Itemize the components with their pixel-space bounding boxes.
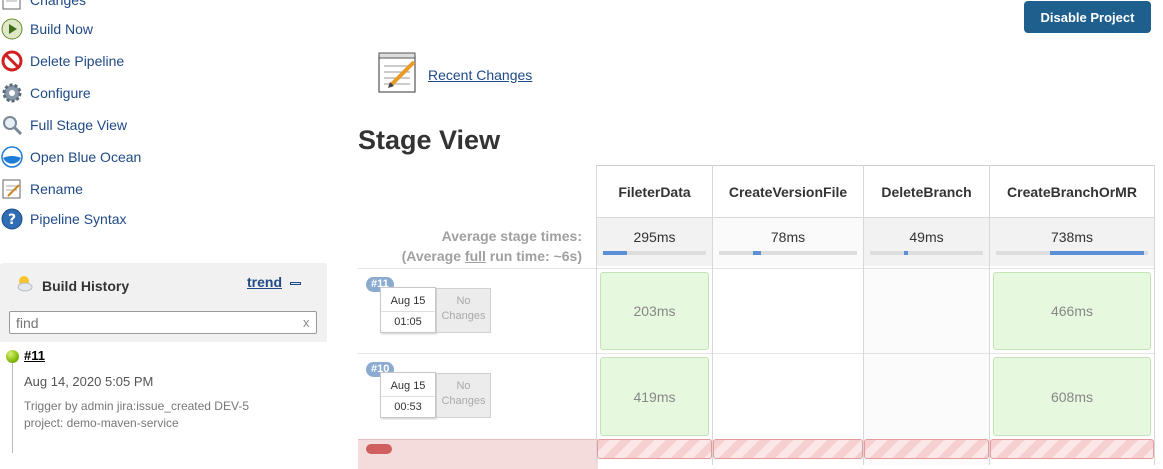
sidebar-item-label: Open Blue Ocean (30, 149, 142, 165)
stage-cell[interactable]: 419ms (597, 353, 712, 439)
build-trigger-line: Trigger by admin jira:issue_created DEV-… (24, 399, 249, 413)
disable-project-button[interactable]: Disable Project (1024, 1, 1151, 33)
build-trigger-text: Trigger by admin jira:issue_created DEV-… (24, 398, 314, 432)
stage-average-time: 738ms (1050, 229, 1094, 245)
stage-average: 738ms (990, 217, 1154, 266)
stage-cell-failed[interactable] (713, 439, 863, 459)
clear-search-icon[interactable]: x (303, 315, 310, 330)
stage-column: CreateVersionFile 78ms (712, 165, 863, 465)
notepad-icon (0, 0, 24, 12)
build-history-header: Build History (14, 273, 129, 298)
run-row[interactable]: #10 Aug 15 00:53 No Changes (358, 353, 598, 439)
run-changes-box: No Changes (436, 288, 491, 333)
weather-sunny-icon (14, 273, 34, 298)
recent-changes-link[interactable]: Recent Changes (428, 67, 532, 83)
notepad-icon (376, 50, 420, 99)
stage-header: CreateBranchOrMR (990, 165, 1154, 217)
stage-average-time: 78ms (770, 229, 806, 245)
stage-cell[interactable] (864, 353, 989, 439)
sidebar-item-changes[interactable]: Changes (0, 0, 86, 13)
build-date: Aug 14, 2020 5:05 PM (24, 374, 154, 389)
sidebar-item-label: Rename (30, 181, 83, 197)
stage-average-bar (870, 251, 983, 255)
stage-cell[interactable]: 608ms (990, 353, 1154, 439)
avg-stage-label: Average stage times: (441, 228, 582, 244)
sidebar-item-configure[interactable]: Configure (0, 80, 91, 106)
stage-column: FileterData 295ms 203ms 419ms (596, 165, 712, 465)
stage-cell[interactable]: 203ms (597, 268, 712, 353)
build-history-title: Build History (42, 277, 130, 294)
stage-average-bar (719, 251, 857, 255)
trend-link[interactable]: trend (247, 274, 282, 290)
stage-average-bar (603, 251, 706, 255)
stage-average-time: 49ms (909, 229, 944, 245)
stage-cell-success[interactable]: 608ms (993, 357, 1151, 436)
sidebar-item-rename[interactable]: Rename (0, 176, 83, 202)
average-times-label: Average stage times: (Average full run t… (358, 226, 582, 266)
recent-changes-link-row[interactable]: Recent Changes (376, 50, 532, 99)
build-status-success-icon (6, 350, 19, 363)
stage-average-bar (996, 251, 1148, 255)
stage-cell-failed[interactable] (864, 439, 989, 459)
stage-cell-failed[interactable] (597, 439, 712, 459)
sidebar-item-label: Delete Pipeline (30, 53, 125, 69)
run-date-box: Aug 15 01:05 (380, 287, 436, 333)
run-time: 01:05 (394, 316, 422, 328)
stage-cell[interactable]: 466ms (990, 268, 1154, 353)
notepad-icon (0, 177, 24, 201)
stage-average: 295ms (597, 217, 712, 266)
run-date: Aug 15 (390, 295, 426, 307)
build-timeline-line (12, 363, 13, 453)
stage-header: CreateVersionFile (713, 165, 863, 217)
blue-ocean-icon (0, 145, 24, 169)
stage-cell-failed[interactable] (990, 439, 1154, 459)
build-list: #11 Aug 14, 2020 5:05 PM Trigger by admi… (0, 342, 327, 453)
stage-cell-success[interactable]: 203ms (600, 272, 709, 350)
sidebar-item-pipeline-syntax[interactable]: ? Pipeline Syntax (0, 206, 127, 232)
stage-view-title: Stage View (358, 125, 501, 155)
stage-header: FileterData (597, 165, 712, 217)
stage-cell[interactable] (713, 353, 863, 439)
sidebar-item-build-now[interactable]: Build Now (0, 16, 93, 42)
help-icon: ? (0, 207, 24, 231)
sidebar-item-open-blue-ocean[interactable]: Open Blue Ocean (0, 144, 141, 170)
run-row-failed[interactable] (358, 439, 598, 469)
run-date: Aug 15 (390, 380, 426, 392)
run-number-badge-failed[interactable] (366, 444, 392, 454)
stage-cell[interactable] (864, 268, 989, 353)
build-history-panel: Build History trend x #11 Aug 14, 2020 5… (0, 263, 327, 453)
sidebar-item-label: Configure (30, 85, 91, 101)
gear-icon (0, 81, 24, 105)
stage-average: 49ms (864, 217, 989, 266)
stage-column: CreateBranchOrMR 738ms 466ms 608ms (989, 165, 1155, 465)
sidebar-item-label: Pipeline Syntax (30, 211, 127, 227)
stage-view-table: Average stage times: (Average full run t… (358, 165, 1155, 469)
stage-average: 78ms (713, 217, 863, 266)
stage-average-time: 295ms (633, 229, 676, 245)
stage-cell[interactable] (713, 268, 863, 353)
build-now-icon (0, 17, 24, 41)
stage-header: DeleteBranch (864, 165, 989, 217)
collapse-icon[interactable] (290, 282, 301, 285)
sidebar-item-label: Build Now (30, 21, 94, 37)
build-trigger-line: project: demo-maven-service (24, 416, 179, 430)
run-time: 00:53 (394, 401, 422, 413)
avg-run-label: (Average full run time: ~6s) (401, 248, 582, 264)
stage-column: DeleteBranch 49ms (863, 165, 989, 465)
svg-text:?: ? (8, 212, 16, 228)
run-date-box: Aug 15 00:53 (380, 372, 436, 418)
stage-cell-success[interactable]: 419ms (600, 357, 709, 436)
build-number-link[interactable]: #11 (24, 348, 45, 363)
sidebar-item-label: Changes (30, 0, 87, 8)
magnifier-icon (0, 113, 24, 137)
run-changes-box: No Changes (436, 373, 491, 418)
sidebar-item-full-stage-view[interactable]: Full Stage View (0, 112, 127, 138)
run-row[interactable]: #11 Aug 15 01:05 No Changes (358, 268, 598, 353)
sidebar-item-label: Full Stage View (30, 117, 128, 133)
no-entry-icon (0, 49, 24, 73)
sidebar-item-delete-pipeline[interactable]: Delete Pipeline (0, 48, 124, 74)
stage-cell-success[interactable]: 466ms (993, 272, 1151, 350)
build-search-input[interactable] (9, 311, 317, 334)
